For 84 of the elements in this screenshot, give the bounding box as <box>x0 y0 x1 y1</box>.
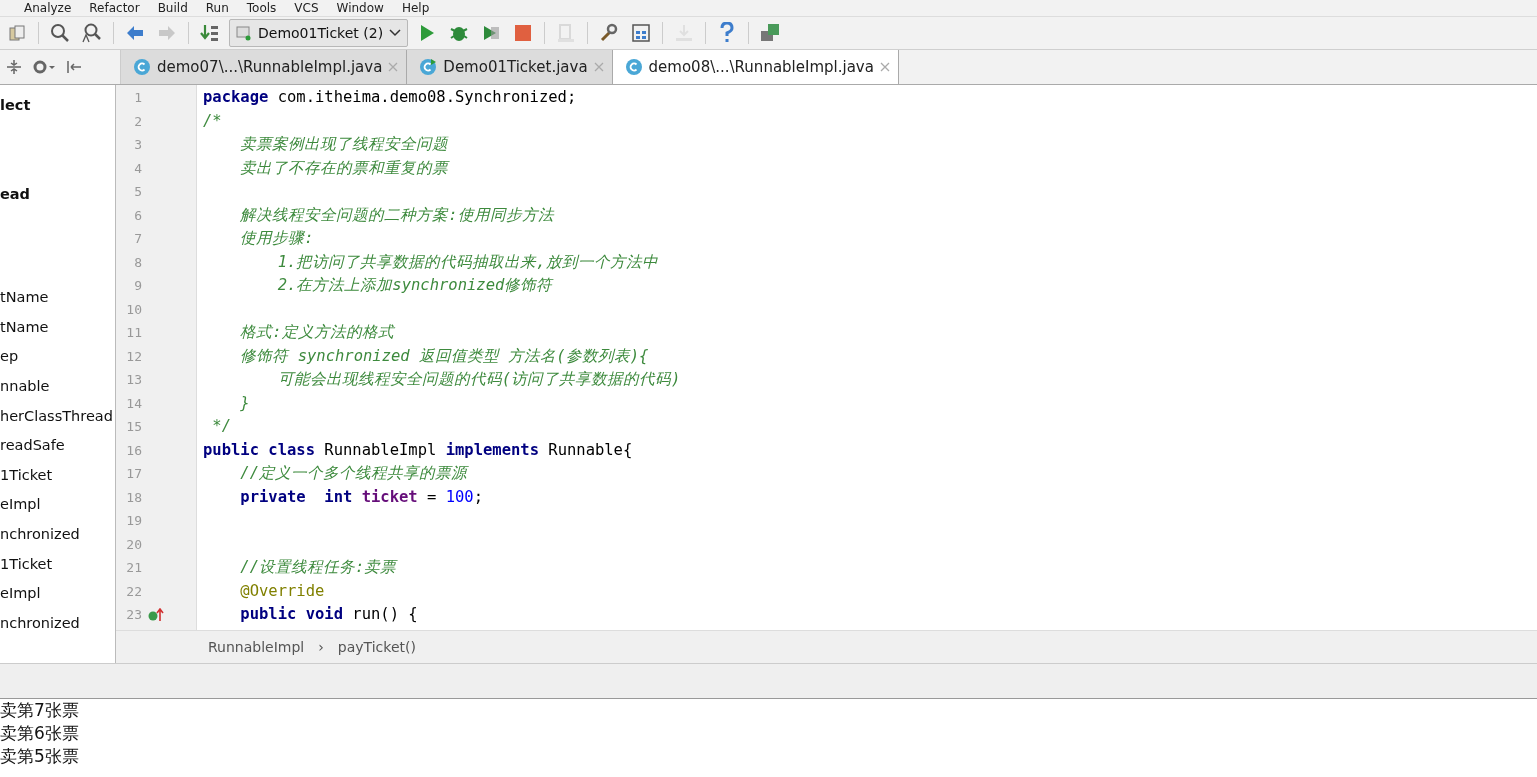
line-number: 2 <box>133 113 142 129</box>
editor-tab[interactable]: demo07\...\RunnableImpl.java <box>121 50 408 84</box>
menu-item[interactable]: Help <box>401 0 430 16</box>
line-number: 9 <box>133 278 142 294</box>
gear-icon[interactable] <box>32 59 56 75</box>
implements-marker-icon[interactable] <box>148 607 164 622</box>
editor-tab[interactable]: demo08\...\RunnableImpl.java <box>612 50 899 84</box>
menu-item[interactable]: Window <box>336 0 384 16</box>
menu-item[interactable]: Build <box>157 0 188 16</box>
code-line: 2.在方法上添加synchronized修饰符 <box>276 275 555 296</box>
line-number: 4 <box>133 160 142 176</box>
collapse-icon[interactable] <box>6 59 22 75</box>
line-number: 3 <box>133 137 142 153</box>
code-line: private int ticket = 100; <box>239 486 484 508</box>
code-line: 修饰符 synchronized 返回值类型 方法名(参数列表){ <box>239 345 650 367</box>
line-number: 21 <box>125 560 142 576</box>
console-output-line: 卖第5张票 <box>0 745 80 768</box>
tree-item[interactable]: eImpl <box>0 579 115 609</box>
code-line: //设置线程任务:卖票 <box>239 557 399 578</box>
code-line: 使用步骤: <box>239 228 315 249</box>
run-configuration-dropdown[interactable]: Demo01Ticket (2) <box>229 19 409 47</box>
code-line: 1.把访问了共享数据的代码抽取出来,放到一个方法中 <box>276 251 659 273</box>
code-line: package com.itheima.demo08.Synchronized; <box>203 87 578 108</box>
tree-item[interactable]: tName <box>0 283 115 313</box>
tree-item[interactable]: lect <box>0 91 115 121</box>
code-line: */ <box>211 416 232 437</box>
line-number: 1 <box>133 90 142 106</box>
code-line: 解决线程安全问题的二种方案:使用同步方法 <box>239 204 555 226</box>
tree-item[interactable]: nchronized <box>0 608 115 639</box>
tree-item[interactable]: herClassThread <box>0 401 115 432</box>
tree-item[interactable]: readSafe <box>0 431 115 461</box>
close-icon[interactable] <box>879 62 890 72</box>
tree-item[interactable]: tName <box>0 312 115 343</box>
line-number: 6 <box>133 207 142 223</box>
line-number: 19 <box>125 513 142 529</box>
code-line: public class RunnableImpl implements Runnable{ <box>203 439 634 461</box>
console-output-line: 卖第7张票 <box>0 699 80 722</box>
tree-item[interactable]: ep <box>0 342 115 372</box>
line-number: 20 <box>125 536 142 552</box>
code-line: public void run() { <box>239 604 419 625</box>
menu-item[interactable]: Tools <box>246 0 277 16</box>
breadcrumb-item[interactable]: RunnableImpl <box>208 639 305 655</box>
line-number: 7 <box>133 231 142 247</box>
code-line: 卖出了不存在的票和重复的票 <box>239 157 451 179</box>
menu-item[interactable]: VCS <box>294 0 319 16</box>
line-number: 16 <box>125 442 142 458</box>
breadcrumb-item[interactable]: payTicket() <box>337 639 416 655</box>
pin-left-icon[interactable] <box>66 59 82 75</box>
line-number: 22 <box>125 583 142 599</box>
code-line: 可能会出现线程安全问题的代码(访问了共享数据的代码) <box>276 369 682 390</box>
line-number: 11 <box>125 325 142 341</box>
class-icon <box>624 58 643 76</box>
tree-item[interactable]: nnable <box>0 371 115 402</box>
line-number: 18 <box>125 489 142 505</box>
tree-item[interactable]: 1Ticket <box>0 549 115 580</box>
menu-item[interactable]: Run <box>205 0 229 16</box>
console-output-line: 卖第6张票 <box>0 722 80 745</box>
run-class-icon <box>419 58 438 76</box>
line-number: 23 <box>125 607 142 623</box>
tree-item[interactable]: eImpl <box>0 490 115 520</box>
code-line: 卖票案例出现了线程安全问题 <box>239 134 450 155</box>
code-line: @Override <box>239 580 326 602</box>
tree-item[interactable]: nchronized <box>0 519 115 550</box>
caret-icon <box>389 29 402 37</box>
code-line: } <box>239 392 251 414</box>
line-number: 14 <box>125 395 142 411</box>
line-number: 13 <box>125 372 142 388</box>
line-number: 17 <box>125 466 142 482</box>
tree-item[interactable]: 1Ticket <box>0 460 115 491</box>
tree-item[interactable]: ead <box>0 179 115 210</box>
line-number: 10 <box>125 301 142 317</box>
line-number: 8 <box>133 254 142 270</box>
menu-item[interactable]: Analyze <box>24 0 72 16</box>
code-line: /* <box>203 110 223 132</box>
line-number: 5 <box>133 184 142 200</box>
line-number: 12 <box>125 348 142 364</box>
menu-item[interactable]: Refactor <box>89 0 140 16</box>
line-number: 15 <box>125 419 142 435</box>
breadcrumb-separator: › <box>318 639 324 655</box>
code-line: 格式:定义方法的格式 <box>239 322 396 343</box>
window-icon <box>236 25 252 41</box>
class-icon <box>133 58 151 76</box>
editor-tab[interactable]: Demo01Ticket.java <box>407 50 613 84</box>
code-line: //定义一个多个线程共享的票源 <box>239 463 470 484</box>
